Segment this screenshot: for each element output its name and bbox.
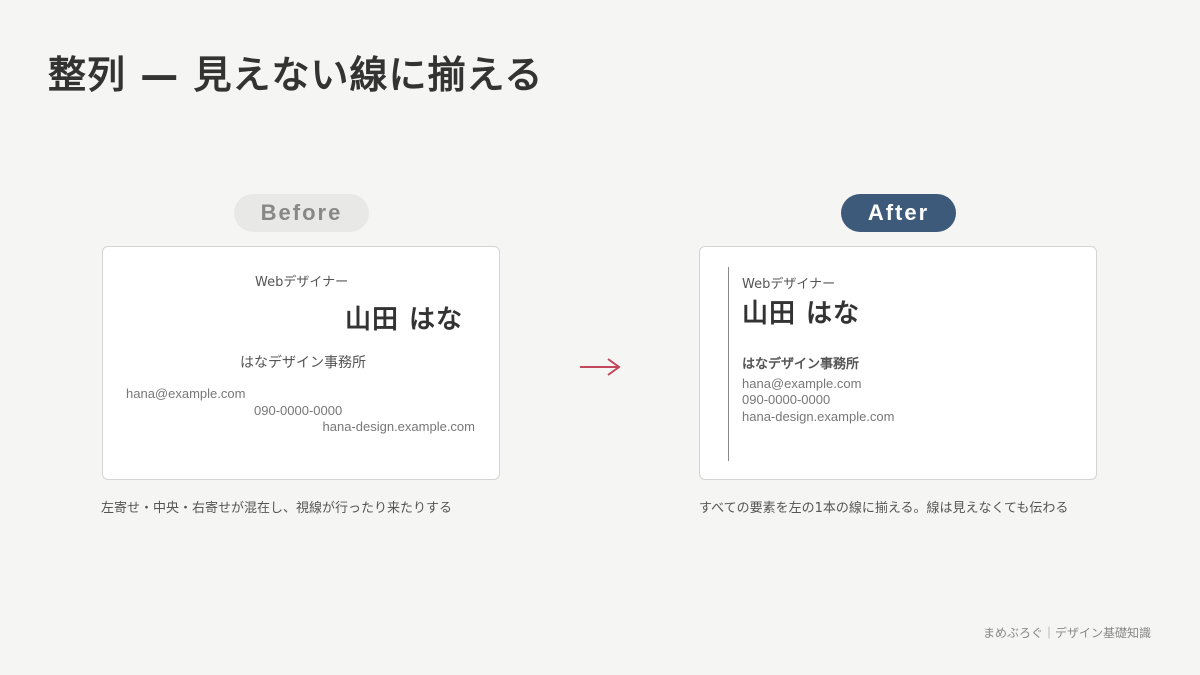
before-website: hana-design.example.com	[322, 419, 475, 434]
before-caption: 左寄せ・中央・右寄せが混在し、視線が行ったり来たりする	[101, 501, 453, 516]
alignment-guide-line	[728, 267, 729, 461]
after-email: hana@example.com	[742, 376, 862, 391]
after-website: hana-design.example.com	[742, 409, 895, 424]
before-phone: 090-0000-0000	[254, 403, 343, 418]
after-business-card: Webデザイナー 山田 はな はなデザイン事務所 hana@example.co…	[699, 246, 1097, 480]
after-badge: After	[841, 194, 956, 232]
before-badge: Before	[234, 194, 369, 232]
after-phone: 090-0000-0000	[742, 392, 831, 407]
after-name: 山田 はな	[742, 299, 861, 329]
before-job-title: Webデザイナー	[255, 275, 349, 290]
before-email: hana@example.com	[126, 386, 246, 401]
right-arrow-icon	[580, 358, 621, 376]
before-office-name: はなデザイン事務所	[240, 355, 366, 371]
page-title: 整列 — 見えない線に揃える	[48, 53, 544, 97]
footer-credit: まめぶろぐ｜デザイン基礎知識	[982, 626, 1151, 640]
before-business-card: Webデザイナー 山田 はな はなデザイン事務所 hana@example.co…	[102, 246, 500, 480]
after-caption: すべての要素を左の1本の線に揃える。線は見えなくても伝わる	[699, 501, 1069, 516]
before-name: 山田 はな	[344, 305, 463, 335]
after-office-name: はなデザイン事務所	[742, 357, 860, 372]
after-job-title: Webデザイナー	[742, 277, 836, 292]
